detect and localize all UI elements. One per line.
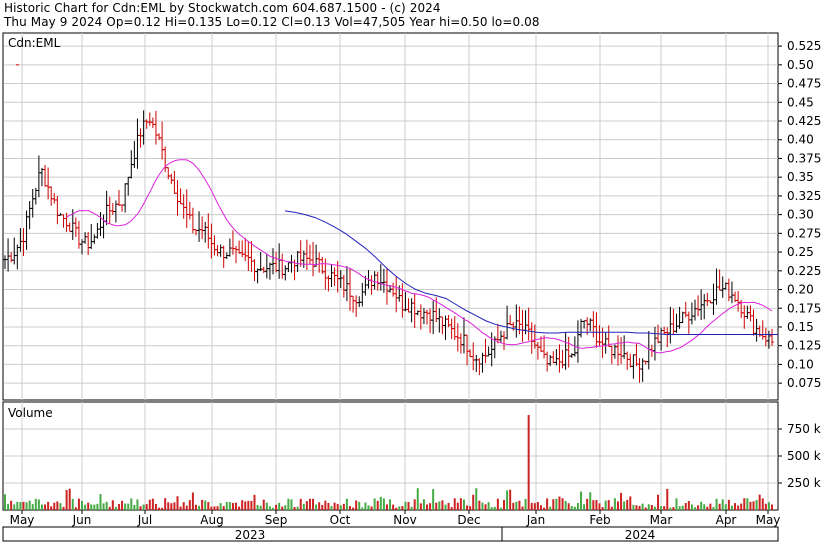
year-axis — [2, 526, 779, 542]
month-tick-label: Dec — [457, 513, 480, 527]
month-tick-label: Apr — [716, 513, 737, 527]
month-tick-label: Sep — [265, 513, 288, 527]
price-tick-label: 0.275 — [787, 226, 821, 240]
volume-axis-ticks: 750 k 500 k 250 k — [778, 422, 821, 490]
month-tick-label: Jan — [526, 513, 546, 527]
year-label: 2024 — [625, 528, 656, 542]
price-tick-label: 0.425 — [787, 114, 821, 128]
price-panel — [2, 32, 779, 401]
price-tick-label: 0.20 — [787, 283, 814, 297]
volume-title: Volume — [8, 406, 53, 420]
price-tick-label: 0.525 — [787, 39, 821, 53]
price-tick-label: 0.125 — [787, 339, 821, 353]
price-tick-label: 0.15 — [787, 320, 814, 334]
month-tick-label: Mar — [650, 513, 673, 527]
month-tick-label: Aug — [200, 513, 223, 527]
month-tick-label: Jun — [72, 513, 92, 527]
price-tick-label: 0.45 — [787, 95, 814, 109]
price-tick-label: 0.25 — [787, 245, 814, 259]
month-axis-ticks: May Jun Jul Aug Sep Oct Nov Dec Jan Feb Mar Apr May — [10, 510, 781, 527]
price-tick-label: 0.225 — [787, 264, 821, 278]
volume-tick-label: 750 k — [787, 422, 821, 436]
month-tick-label: Oct — [330, 513, 351, 527]
price-tick-label: 0.10 — [787, 357, 814, 371]
stock-chart: 0.525 0.50 0.475 0.45 0.425 0.40 0.375 0.35 0.32… — [2, 32, 821, 542]
price-tick-label: 0.35 — [787, 170, 814, 184]
volume-tick-label: 500 k — [787, 449, 821, 463]
symbol-label: Cdn:EML — [8, 36, 61, 50]
price-tick-label: 0.175 — [787, 301, 821, 315]
price-tick-label: 0.375 — [787, 151, 821, 165]
year-label: 2023 — [235, 528, 266, 542]
price-tick-label: 0.30 — [787, 208, 814, 222]
price-tick-label: 0.475 — [787, 77, 821, 91]
price-tick-label: 0.50 — [787, 58, 814, 72]
month-tick-label: Nov — [393, 513, 416, 527]
month-tick-label: May — [756, 513, 781, 527]
month-tick-label: Feb — [589, 513, 610, 527]
price-tick-label: 0.325 — [787, 189, 821, 203]
volume-tick-label: 250 k — [787, 476, 821, 490]
price-tick-label: 0.40 — [787, 133, 814, 147]
month-tick-label: May — [10, 513, 35, 527]
price-axis-ticks: 0.525 0.50 0.475 0.45 0.425 0.40 0.375 0.35 0.32… — [778, 39, 821, 390]
month-tick-label: Jul — [137, 513, 152, 527]
price-tick-label: 0.075 — [787, 376, 821, 390]
